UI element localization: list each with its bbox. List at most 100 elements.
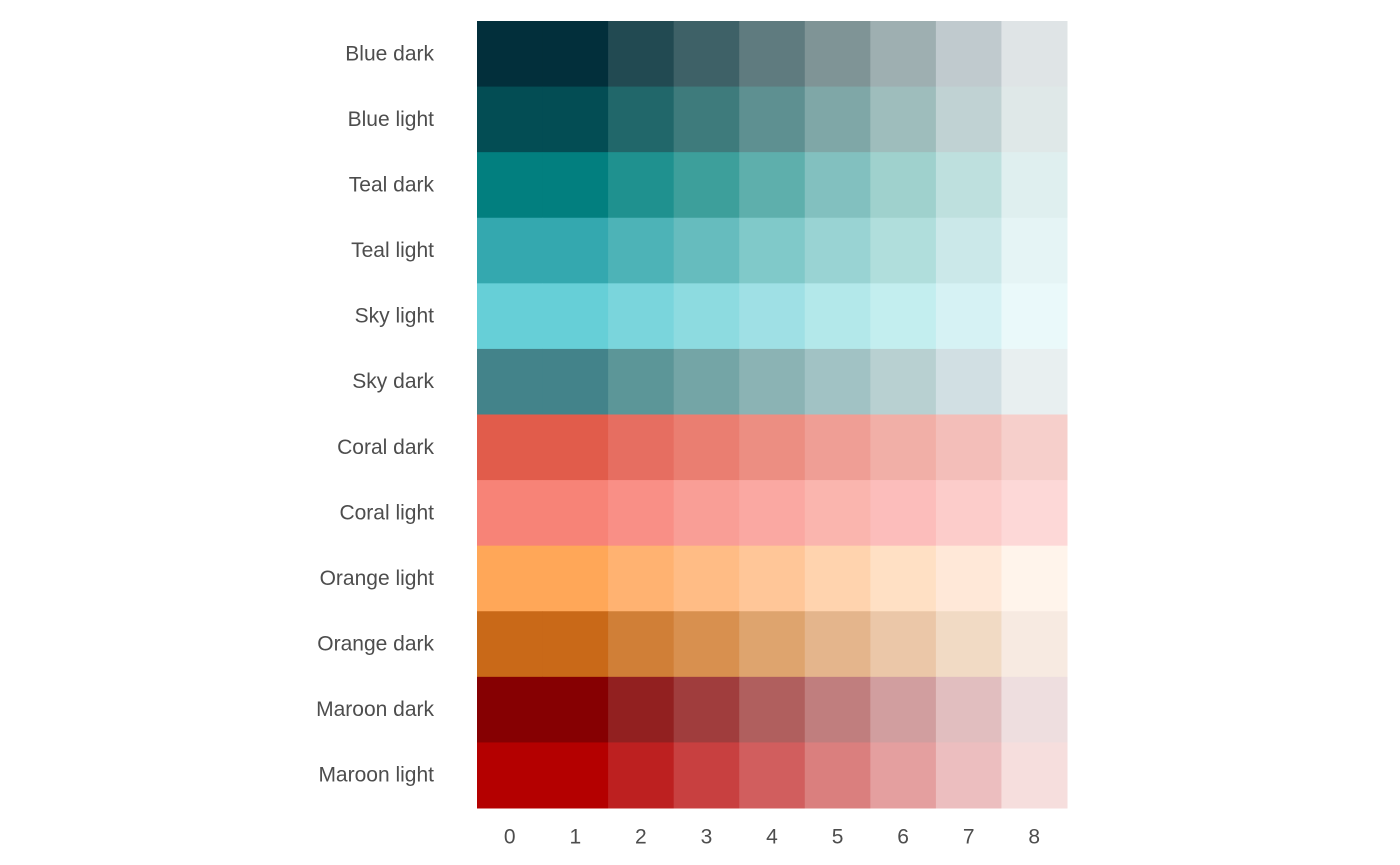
heatmap-cell-maroon-light-3 [673, 742, 740, 809]
row-label-coral-light: Coral light [339, 501, 434, 524]
column-label-2: 2 [635, 826, 647, 849]
heatmap-cell-orange-light-0 [477, 545, 544, 612]
heatmap-cell-teal-light-3 [673, 217, 740, 284]
heatmap-cell-orange-light-4 [739, 545, 806, 612]
heatmap-cell-sky-light-7 [935, 283, 1002, 350]
row-label-maroon-dark: Maroon dark [316, 698, 434, 721]
heatmap-cell-maroon-light-6 [870, 742, 937, 809]
heatmap-cell-coral-light-5 [804, 480, 871, 547]
heatmap-cell-teal-dark-0 [477, 152, 544, 219]
column-label-0: 0 [504, 826, 516, 849]
heatmap-cell-orange-light-5 [804, 545, 871, 612]
heatmap-cell-blue-light-6 [870, 86, 937, 153]
heatmap-cell-coral-light-0 [477, 480, 544, 547]
heatmap-cell-orange-light-7 [935, 545, 1002, 612]
heatmap-cell-sky-light-4 [739, 283, 806, 350]
heatmap-cell-coral-light-7 [935, 480, 1002, 547]
heatmap-cell-teal-light-4 [739, 217, 806, 284]
heatmap-cell-coral-light-2 [608, 480, 675, 547]
heatmap-cell-orange-dark-5 [804, 611, 871, 678]
heatmap-cell-coral-light-4 [739, 480, 806, 547]
heatmap-cell-coral-light-8 [1001, 480, 1068, 547]
heatmap-cell-maroon-dark-0 [477, 676, 544, 743]
heatmap-cell-teal-dark-8 [1001, 152, 1068, 219]
row-label-orange-dark: Orange dark [317, 633, 434, 656]
heatmap-cell-sky-dark-1 [542, 348, 609, 415]
heatmap-cell-blue-light-1 [542, 86, 609, 153]
heatmap-cell-coral-light-6 [870, 480, 937, 547]
heatmap-cell-sky-dark-6 [870, 348, 937, 415]
column-label-6: 6 [897, 826, 909, 849]
heatmap-cell-blue-light-3 [673, 86, 740, 153]
column-label-5: 5 [832, 826, 844, 849]
heatmap-cell-sky-light-2 [608, 283, 675, 350]
column-label-3: 3 [701, 826, 713, 849]
heatmap-cell-orange-light-8 [1001, 545, 1068, 612]
heatmap-cell-blue-dark-2 [608, 21, 675, 88]
heatmap-cell-teal-dark-1 [542, 152, 609, 219]
heatmap-cell-teal-dark-5 [804, 152, 871, 219]
heatmap-cell-teal-dark-2 [608, 152, 675, 219]
column-labels: 0 1 2 3 4 5 6 7 8 [504, 826, 1040, 849]
heatmap-cell-coral-dark-2 [608, 414, 675, 481]
column-label-1: 1 [569, 826, 581, 849]
heatmap-cell-maroon-dark-6 [870, 676, 937, 743]
heatmap-cell-maroon-light-4 [739, 742, 806, 809]
heatmap-cell-sky-dark-3 [673, 348, 740, 415]
heatmap-cell-teal-light-5 [804, 217, 871, 284]
heatmap-cell-coral-dark-1 [542, 414, 609, 481]
heatmap-cell-blue-dark-0 [477, 21, 544, 88]
heatmap-cell-sky-dark-4 [739, 348, 806, 415]
heatmap-cell-sky-dark-0 [477, 348, 544, 415]
heatmap-cell-maroon-dark-5 [804, 676, 871, 743]
heatmap-cell-blue-dark-4 [739, 21, 806, 88]
heatmap-cell-teal-dark-6 [870, 152, 937, 219]
heatmap-cell-blue-dark-5 [804, 21, 871, 88]
heatmap-cells [477, 21, 1068, 809]
heatmap-cell-sky-light-5 [804, 283, 871, 350]
heatmap-cell-orange-dark-1 [542, 611, 609, 678]
heatmap-cell-blue-light-7 [935, 86, 1002, 153]
row-label-maroon-light: Maroon light [318, 764, 434, 787]
heatmap-cell-orange-light-2 [608, 545, 675, 612]
heatmap-cell-sky-dark-2 [608, 348, 675, 415]
heatmap-cell-coral-dark-6 [870, 414, 937, 481]
row-label-teal-dark: Teal dark [349, 173, 435, 196]
heatmap-cell-blue-light-5 [804, 86, 871, 153]
heatmap-cell-coral-dark-0 [477, 414, 544, 481]
palette-heatmap: Blue dark Blue light Teal dark Teal light Sk… [316, 21, 1068, 849]
heatmap-cell-teal-dark-7 [935, 152, 1002, 219]
heatmap-cell-sky-light-1 [542, 283, 609, 350]
heatmap-cell-orange-dark-7 [935, 611, 1002, 678]
heatmap-cell-orange-dark-3 [673, 611, 740, 678]
heatmap-cell-teal-light-7 [935, 217, 1002, 284]
heatmap-cell-coral-light-1 [542, 480, 609, 547]
heatmap-cell-maroon-dark-1 [542, 676, 609, 743]
heatmap-cell-blue-light-8 [1001, 86, 1068, 153]
heatmap-cell-orange-dark-0 [477, 611, 544, 678]
row-label-teal-light: Teal light [351, 239, 434, 262]
heatmap-cell-maroon-light-0 [477, 742, 544, 809]
row-label-orange-light: Orange light [320, 567, 435, 590]
heatmap-cell-blue-dark-8 [1001, 21, 1068, 88]
column-label-4: 4 [766, 826, 778, 849]
heatmap-cell-sky-light-3 [673, 283, 740, 350]
heatmap-cell-blue-light-4 [739, 86, 806, 153]
heatmap-cell-sky-light-8 [1001, 283, 1068, 350]
heatmap-cell-sky-dark-7 [935, 348, 1002, 415]
heatmap-cell-orange-light-1 [542, 545, 609, 612]
heatmap-cell-maroon-light-1 [542, 742, 609, 809]
heatmap-cell-coral-dark-3 [673, 414, 740, 481]
heatmap-cell-orange-dark-8 [1001, 611, 1068, 678]
heatmap-cell-blue-dark-3 [673, 21, 740, 88]
heatmap-cell-teal-light-2 [608, 217, 675, 284]
heatmap-cell-blue-light-2 [608, 86, 675, 153]
heatmap-cell-coral-dark-7 [935, 414, 1002, 481]
heatmap-cell-teal-light-1 [542, 217, 609, 284]
row-label-sky-light: Sky light [355, 305, 435, 328]
heatmap-cell-teal-light-8 [1001, 217, 1068, 284]
heatmap-cell-orange-light-3 [673, 545, 740, 612]
heatmap-cell-sky-dark-5 [804, 348, 871, 415]
row-label-coral-dark: Coral dark [337, 436, 434, 459]
heatmap-cell-blue-light-0 [477, 86, 544, 153]
